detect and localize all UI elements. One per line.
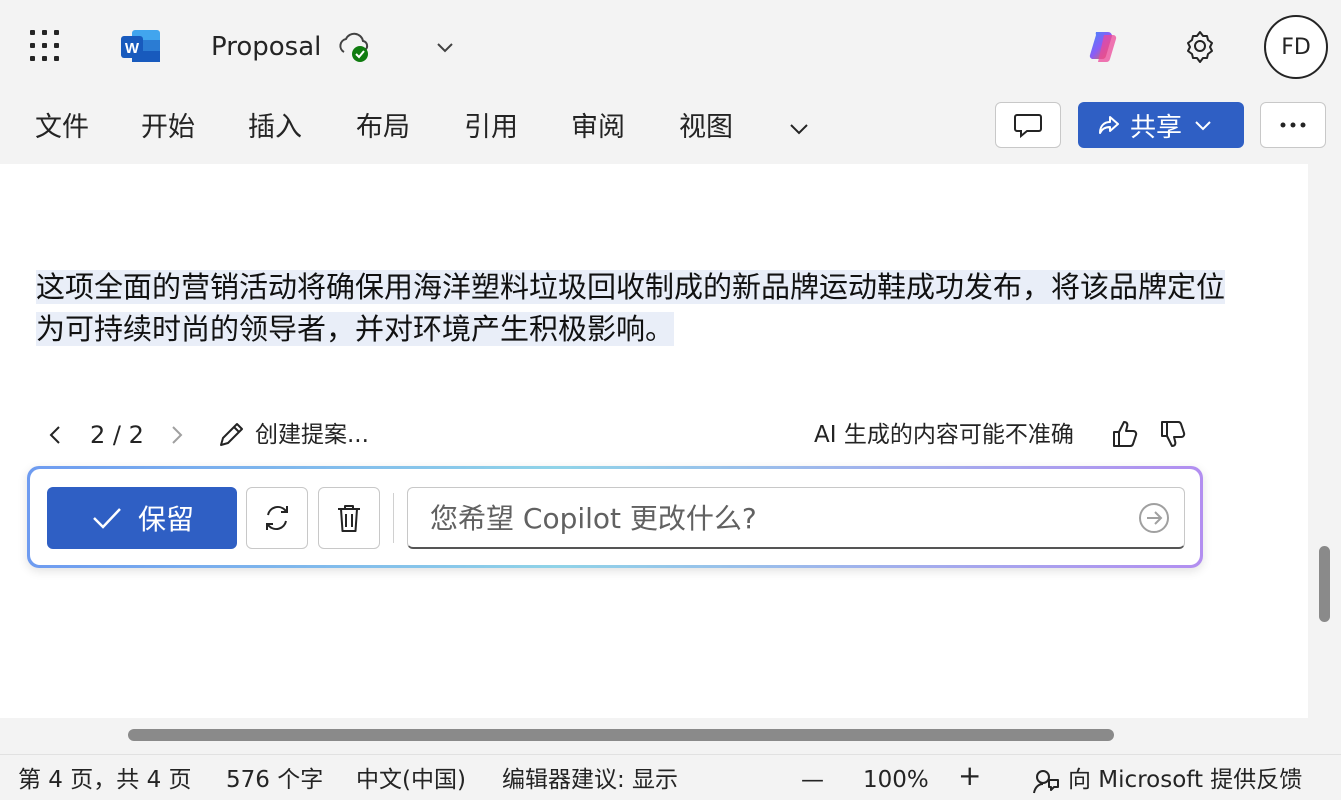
gear-icon[interactable] (1180, 26, 1220, 66)
document-canvas[interactable]: 这项全面的营销活动将确保用海洋塑料垃圾回收制成的新品牌运动鞋成功发布，将该品牌定… (0, 164, 1308, 718)
highlighted-text[interactable]: 这项全面的营销活动将确保用海洋塑料垃圾回收制成的新品牌运动鞋成功发布，将该品牌定… (36, 270, 1226, 346)
more-options-button[interactable] (1260, 102, 1326, 148)
copilot-prompt-input[interactable] (430, 498, 1120, 538)
ai-disclaimer: AI 生成的内容可能不准确 (814, 422, 1074, 448)
refresh-icon (266, 505, 288, 531)
tab-file[interactable]: 文件 (35, 110, 89, 146)
copilot-icon[interactable] (1084, 26, 1124, 66)
vertical-scroll-thumb[interactable] (1319, 546, 1330, 622)
app-launcher-icon[interactable] (30, 30, 62, 62)
share-icon (1099, 116, 1119, 134)
tab-home[interactable]: 开始 (141, 110, 195, 146)
pencil-icon (220, 423, 243, 446)
zoom-in-button[interactable]: + (958, 761, 981, 791)
thumbs-up-icon[interactable] (1110, 418, 1140, 450)
thumbs-down-icon[interactable] (1158, 418, 1188, 450)
tab-view[interactable]: 视图 (679, 110, 733, 146)
ellipsis-icon (1280, 122, 1306, 128)
horizontal-scroll-thumb[interactable] (128, 729, 1114, 741)
title-bar: W Proposal FD (0, 0, 1341, 96)
tab-insert[interactable]: 插入 (248, 110, 302, 146)
chevron-left-icon[interactable] (44, 422, 68, 448)
svg-text:W: W (125, 40, 140, 57)
keep-label: 保留 (137, 503, 194, 536)
vertical-scrollbar[interactable] (1308, 164, 1341, 718)
word-count[interactable]: 576 个字 (226, 765, 323, 795)
revision-nav: 2 / 2 (44, 418, 188, 452)
zoom-out-button[interactable]: — (801, 765, 824, 795)
prompt-summary: 创建提案... (255, 422, 369, 448)
regenerate-button[interactable] (246, 487, 308, 549)
comment-icon (1014, 114, 1042, 139)
feedback-icon (1033, 770, 1059, 794)
keep-button[interactable]: 保留 (47, 487, 237, 549)
word-logo-icon[interactable]: W (120, 28, 162, 64)
send-icon[interactable] (1138, 502, 1170, 534)
trash-icon (338, 505, 360, 532)
tab-layout[interactable]: 布局 (356, 110, 410, 146)
share-chevron-icon (1195, 121, 1211, 131)
discard-button[interactable] (318, 487, 380, 549)
zoom-level[interactable]: 100% (863, 765, 929, 795)
copilot-prompt-field[interactable] (407, 487, 1185, 549)
comments-button[interactable] (995, 102, 1061, 148)
share-label: 共享 (1130, 112, 1183, 143)
copilot-rewrite-panel: 保留 (27, 466, 1203, 568)
more-tabs-chevron-icon[interactable] (786, 118, 812, 140)
feedback-link[interactable]: 向 Microsoft 提供反馈 (1068, 765, 1302, 795)
chevron-down-icon[interactable] (432, 36, 458, 58)
checkmark-icon (93, 508, 121, 529)
avatar[interactable]: FD (1264, 15, 1328, 79)
tab-review[interactable]: 审阅 (571, 110, 625, 146)
language-indicator[interactable]: 中文(中国) (356, 765, 466, 795)
revision-count: 2 / 2 (90, 421, 144, 449)
panel-divider (393, 493, 394, 543)
tab-references[interactable]: 引用 (464, 110, 518, 146)
status-bar: 第 4 页，共 4 页 576 个字 中文(中国) 编辑器建议: 显示 — 10… (0, 754, 1341, 800)
editor-suggestions[interactable]: 编辑器建议: 显示 (502, 765, 678, 795)
share-button[interactable]: 共享 (1078, 102, 1244, 148)
document-title[interactable]: Proposal (211, 30, 321, 64)
page-count: 第 4 页，共 4 页 (18, 767, 192, 793)
chevron-right-icon[interactable] (164, 422, 188, 448)
cloud-saved-icon (339, 32, 369, 62)
ribbon-tabs: 文件 开始 插入 布局 引用 审阅 视图 共享 (0, 96, 1341, 164)
document-paragraph[interactable]: 这项全面的营销活动将确保用海洋塑料垃圾回收制成的新品牌运动鞋成功发布，将该品牌定… (36, 266, 1226, 350)
